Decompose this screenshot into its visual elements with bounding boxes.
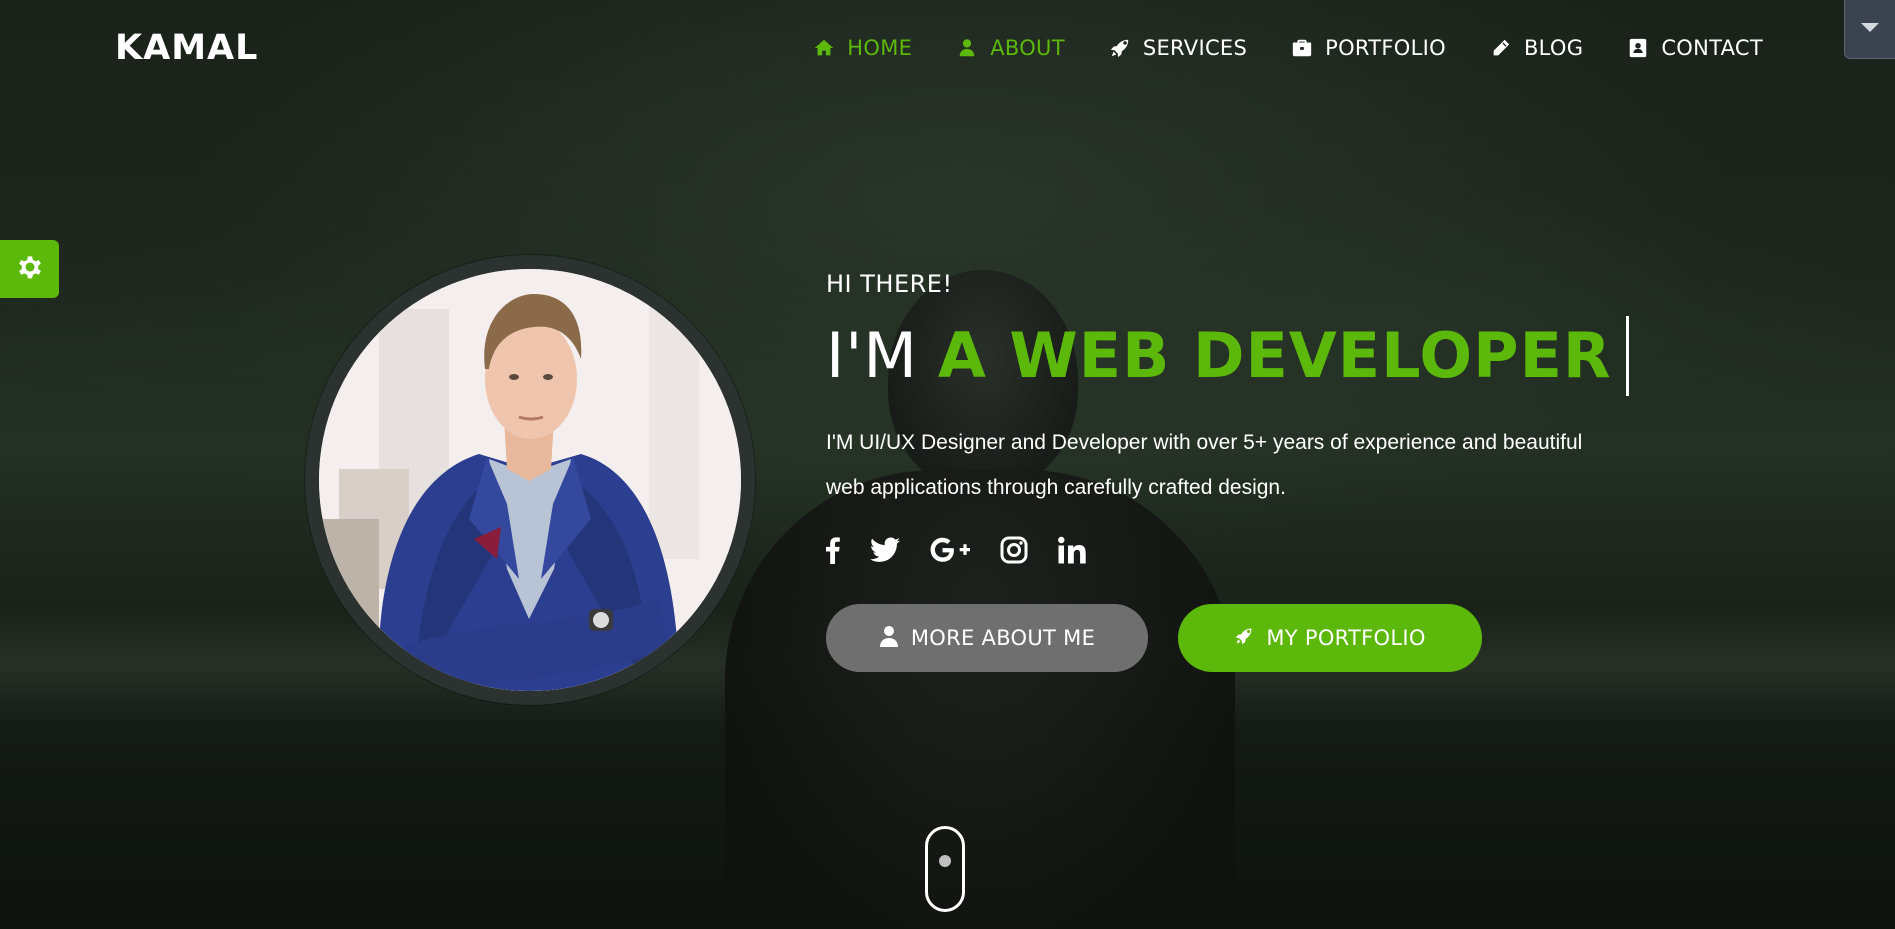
more-about-me-label: MORE ABOUT ME [910, 626, 1096, 650]
hero-description: I'M UI/UX Designer and Developer with ov… [826, 431, 1583, 499]
twitter-icon[interactable] [870, 536, 900, 564]
more-about-me-button[interactable]: MORE ABOUT ME [826, 604, 1148, 672]
settings-button[interactable] [0, 240, 59, 298]
linkedin-icon[interactable] [1058, 536, 1086, 564]
dropdown-toggle-button[interactable] [1844, 0, 1895, 59]
nav-item-label: SERVICES [1142, 36, 1248, 60]
nav-item-blog[interactable]: BLOG [1490, 36, 1583, 60]
main-nav: HOME ABOUT SERVICES PORTFOLIO BLOG CONTA… [813, 36, 1763, 60]
headline-typed-text: A WEB DEVELOPER [937, 319, 1612, 392]
nav-item-label: PORTFOLIO [1325, 36, 1446, 60]
typing-cursor [1625, 316, 1629, 396]
pencil-icon [1490, 37, 1512, 59]
nav-item-label: HOME [847, 36, 913, 60]
google-plus-icon[interactable] [930, 536, 970, 564]
briefcase-icon [1291, 37, 1313, 59]
nav-item-label: CONTACT [1661, 36, 1763, 60]
home-icon [813, 37, 835, 59]
scroll-dot [939, 855, 951, 867]
page: KAMAL HOME ABOUT SERVICES PORTFOLIO BLOG… [0, 0, 1895, 929]
my-portfolio-label: MY PORTFOLIO [1266, 626, 1426, 650]
my-portfolio-button[interactable]: MY PORTFOLIO [1178, 604, 1482, 672]
rocket-icon [1234, 625, 1254, 652]
scroll-down-indicator[interactable] [925, 826, 965, 912]
gear-icon [15, 252, 45, 287]
user-icon [956, 37, 978, 59]
hero-section: HI THERE! I'M A WEB DEVELOPER I'M UI/UX … [826, 270, 1726, 672]
nav-item-home[interactable]: HOME [813, 36, 912, 60]
user-icon [879, 625, 899, 652]
headline-prefix: I'M [826, 319, 918, 392]
facebook-icon[interactable] [826, 536, 840, 564]
nav-item-label: ABOUT [990, 36, 1065, 60]
hero-headline: I'M A WEB DEVELOPER [826, 316, 1726, 396]
rocket-icon [1109, 37, 1131, 59]
address-book-icon [1627, 37, 1649, 59]
hero-buttons: MORE ABOUT ME MY PORTFOLIO [826, 604, 1726, 672]
nav-item-contact[interactable]: CONTACT [1627, 36, 1763, 60]
nav-item-portfolio[interactable]: PORTFOLIO [1291, 36, 1446, 60]
nav-item-services[interactable]: SERVICES [1109, 36, 1247, 60]
caret-down-icon [1859, 20, 1881, 39]
avatar-photo [319, 269, 741, 691]
instagram-icon[interactable] [1000, 536, 1028, 564]
social-links [826, 536, 1726, 564]
brand-logo[interactable]: KAMAL [115, 28, 258, 68]
hero-greeting: HI THERE! [826, 270, 953, 298]
nav-item-about[interactable]: ABOUT [956, 36, 1065, 60]
nav-item-label: BLOG [1523, 36, 1584, 60]
